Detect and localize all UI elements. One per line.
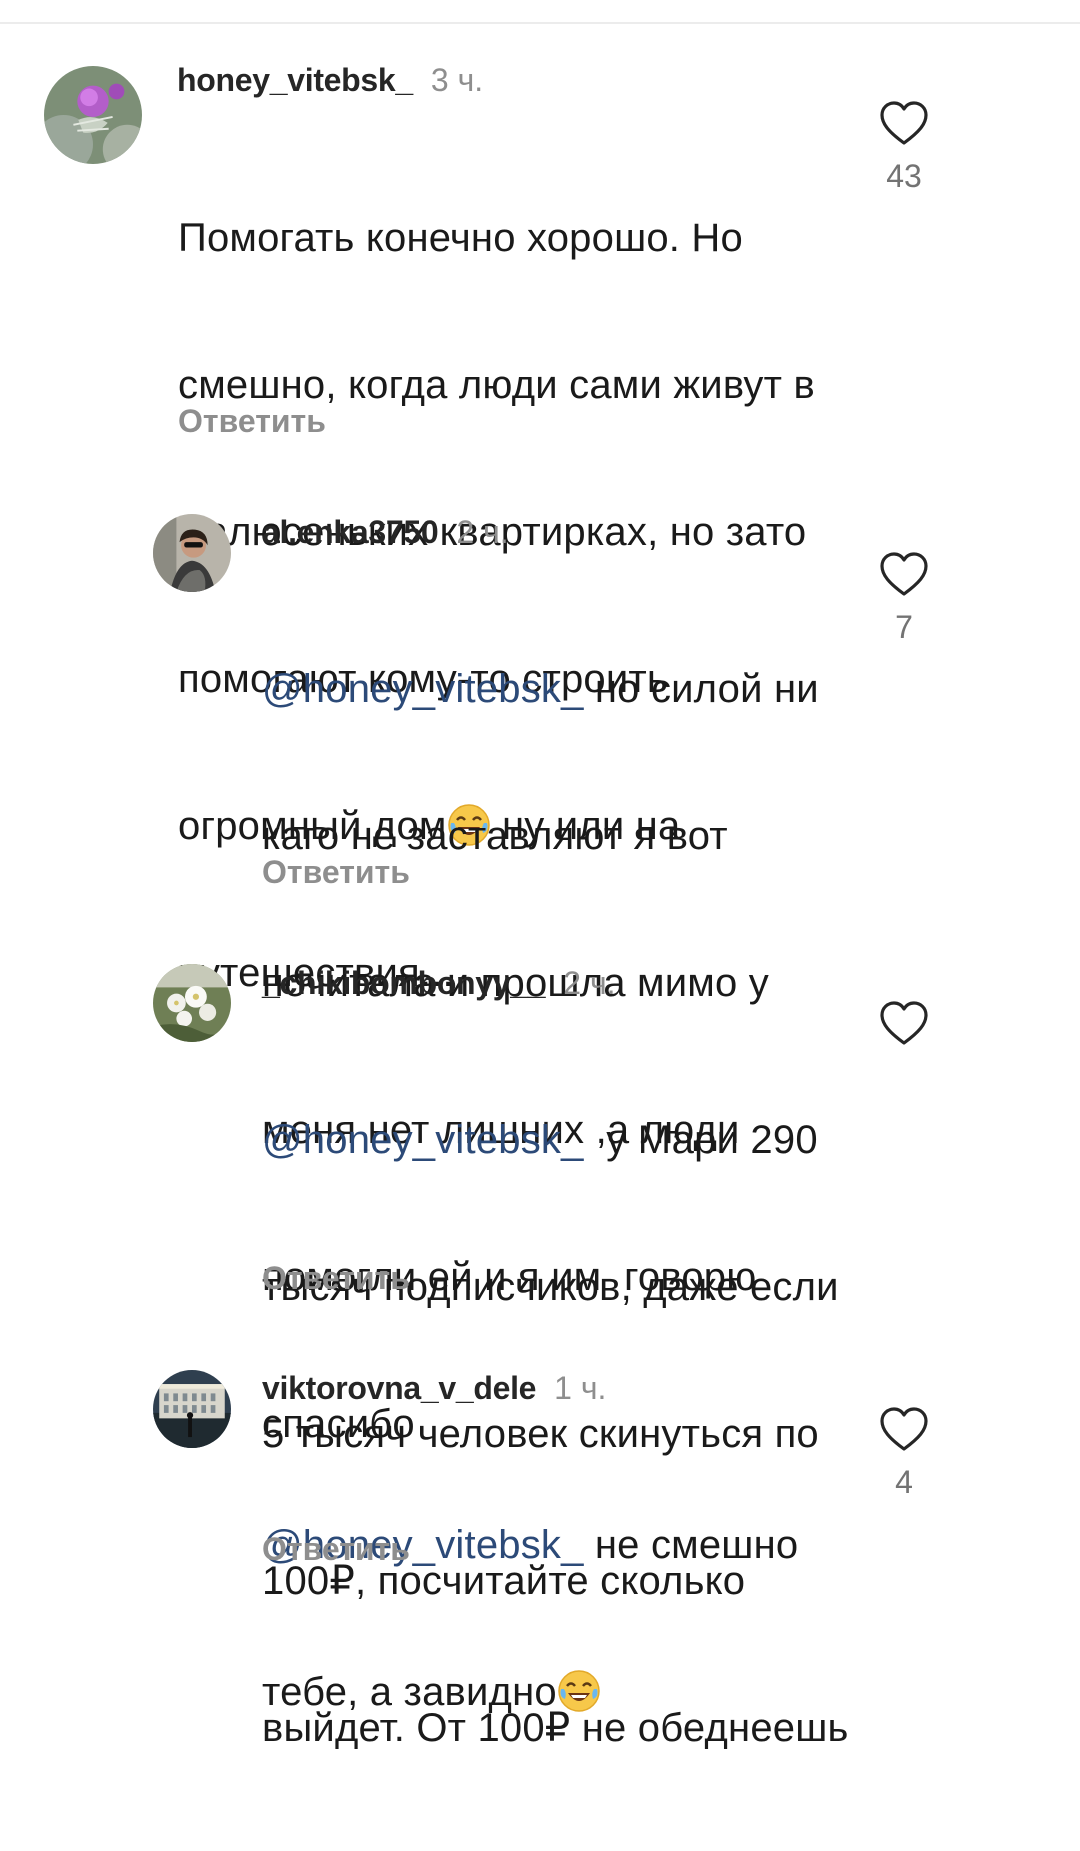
like-count: 43 bbox=[886, 158, 922, 194]
like-control: 4 bbox=[868, 1406, 940, 1502]
mention-link[interactable]: @honey_vitebsk_ bbox=[262, 667, 584, 711]
like-control: 7 bbox=[868, 551, 940, 647]
comment-text: @honey_vitebsk_ не смешно тебе, а завидн… bbox=[262, 1423, 852, 1815]
like-control: 43 bbox=[868, 100, 940, 196]
comment-meta: honey_vitebsk_ 3 ч. bbox=[177, 60, 483, 100]
reply-button[interactable]: Ответить bbox=[262, 1258, 410, 1298]
comment-meta: al.enka3750 2 ч. bbox=[262, 512, 509, 552]
avatar[interactable] bbox=[153, 514, 231, 592]
heart-outline-icon[interactable] bbox=[879, 1000, 929, 1046]
comment-text-line: @honey_vitebsk_ но силой ни bbox=[262, 665, 852, 714]
username[interactable]: al.enka3750 bbox=[262, 514, 439, 550]
heart-outline-icon[interactable] bbox=[879, 1406, 929, 1452]
comment-text-line: @honey_vitebsk_ у Мари 290 bbox=[262, 1116, 862, 1165]
timestamp: 2 ч. bbox=[563, 965, 616, 1001]
comment-meta: viktorovna_v_dele 1 ч. bbox=[262, 1368, 606, 1408]
comment-meta: _chikibombonyy__ 2 ч. bbox=[262, 963, 616, 1003]
comment-text-segment: у Мари 290 bbox=[583, 1118, 818, 1162]
building-night-avatar-image bbox=[153, 1370, 231, 1448]
comment-text-segment: тебе, а завидно bbox=[262, 1670, 557, 1714]
avatar[interactable] bbox=[153, 964, 231, 1042]
avatar[interactable] bbox=[153, 1370, 231, 1448]
timestamp: 3 ч. bbox=[430, 62, 484, 98]
comment-text-segment: не смешно bbox=[583, 1523, 799, 1567]
heart-outline-icon[interactable] bbox=[879, 551, 929, 597]
avatar[interactable] bbox=[44, 66, 142, 164]
reply-button[interactable]: Ответить bbox=[262, 852, 410, 892]
username[interactable]: _chikibombonyy__ bbox=[262, 965, 546, 1001]
top-divider bbox=[0, 22, 1080, 24]
comment-text-line: Помогать конечно хорошо. Но bbox=[178, 216, 743, 260]
comment-text-line: тебе, а завидно bbox=[262, 1668, 852, 1717]
heart-outline-icon[interactable] bbox=[879, 100, 929, 146]
timestamp: 1 ч. bbox=[554, 1370, 607, 1406]
comment-text-segment: но силой ни bbox=[583, 667, 819, 711]
white-flowers-avatar-image bbox=[153, 964, 231, 1042]
username[interactable]: honey_vitebsk_ bbox=[177, 62, 413, 98]
reply-button[interactable]: Ответить bbox=[262, 1529, 410, 1569]
laughing-tears-emoji-icon bbox=[557, 1669, 601, 1713]
timestamp: 2 ч. bbox=[456, 514, 509, 550]
thistle-flower-avatar-image bbox=[44, 66, 142, 164]
username[interactable]: viktorovna_v_dele bbox=[262, 1370, 536, 1406]
mention-link[interactable]: @honey_vitebsk_ bbox=[262, 1118, 584, 1162]
reply-button[interactable]: Ответить bbox=[178, 401, 326, 441]
like-control bbox=[868, 1000, 940, 1056]
like-count: 4 bbox=[895, 1464, 913, 1500]
woman-sunglasses-avatar-image bbox=[153, 514, 231, 592]
like-count: 7 bbox=[895, 609, 913, 645]
